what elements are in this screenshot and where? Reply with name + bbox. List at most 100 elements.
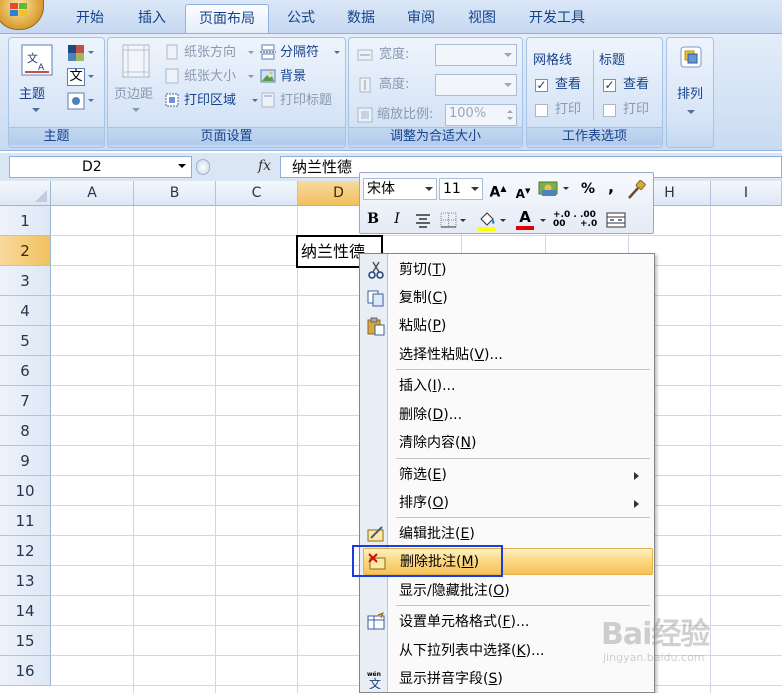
grow-font-button[interactable]: A▲: [488, 179, 508, 203]
group-page-setup-label: 页面设置: [108, 127, 345, 145]
column-gridline: [133, 206, 134, 693]
menu-item-1[interactable]: 复制(C): [363, 285, 653, 312]
fill-color-chevron-down-icon[interactable]: [500, 219, 506, 225]
comma-style-button[interactable]: ,: [604, 177, 618, 197]
menu-item-label: 筛选(E): [399, 467, 447, 483]
office-button[interactable]: [0, 0, 44, 30]
gridlines-view-checkbox[interactable]: ✓: [535, 79, 548, 92]
theme-colors-button[interactable]: [67, 44, 97, 64]
tab-insert[interactable]: 插入: [124, 4, 180, 34]
row-header-16[interactable]: 16: [0, 656, 51, 686]
row-header-9[interactable]: 9: [0, 446, 51, 476]
column-header-i[interactable]: I: [711, 181, 782, 206]
tab-page-layout[interactable]: 页面布局: [185, 4, 269, 34]
menu-item-5[interactable]: 删除(D)...: [363, 402, 653, 429]
select-all-button[interactable]: [0, 181, 51, 206]
tab-home[interactable]: 开始: [62, 4, 118, 34]
insert-function-button[interactable]: fx: [258, 158, 271, 174]
menu-item-4[interactable]: 插入(I)...: [363, 373, 653, 400]
increase-decimal-button[interactable]: +.0 .00: [553, 211, 577, 231]
menu-item-8[interactable]: 排序(O): [363, 490, 653, 517]
menu-item-0[interactable]: 剪切(T): [363, 257, 653, 284]
column-header-b[interactable]: B: [134, 181, 216, 206]
accounting-format-icon[interactable]: [538, 180, 560, 198]
row-header-15[interactable]: 15: [0, 626, 51, 656]
width-dropdown[interactable]: [435, 44, 517, 66]
orientation-button[interactable]: 纸张方向: [164, 44, 260, 64]
group-arrange[interactable]: 排列: [666, 37, 714, 148]
height-dropdown[interactable]: [435, 74, 517, 96]
borders-icon[interactable]: [440, 212, 458, 228]
center-align-icon[interactable]: [414, 212, 432, 228]
column-header-c[interactable]: C: [216, 181, 298, 206]
row-header-4[interactable]: 4: [0, 296, 51, 326]
submenu-arrow-icon: [634, 472, 643, 480]
headings-print-label: 打印: [623, 102, 650, 117]
font-size-dropdown[interactable]: 11: [439, 178, 483, 200]
name-box[interactable]: D2: [9, 156, 192, 178]
row-header-12[interactable]: 12: [0, 536, 51, 566]
menu-item-label: 从下拉列表中选择(K)...: [399, 643, 545, 659]
shrink-font-icon: A: [515, 187, 525, 201]
scale-spinner[interactable]: 100%: [445, 104, 517, 126]
row-header-7[interactable]: 7: [0, 386, 51, 416]
menu-item-7[interactable]: 筛选(E): [363, 462, 653, 489]
italic-button[interactable]: I: [388, 209, 406, 229]
print-area-icon: [165, 93, 179, 107]
name-box-chevron-down-icon: [178, 164, 186, 172]
row-header-11[interactable]: 11: [0, 506, 51, 536]
size-button[interactable]: 纸张大小: [164, 68, 260, 88]
row-header-3[interactable]: 3: [0, 266, 51, 296]
row-header-6[interactable]: 6: [0, 356, 51, 386]
tab-formulas[interactable]: 公式: [273, 4, 329, 34]
fill-color-icon[interactable]: [476, 209, 498, 231]
format-painter-icon[interactable]: [626, 180, 646, 200]
baidu-watermark: Bai经验 jingyan.baidu.com: [601, 603, 782, 693]
percent-style-button[interactable]: %: [578, 179, 598, 199]
menu-item-label: 显示拼音字段(S): [399, 671, 503, 687]
menu-item-2[interactable]: 粘贴(P): [363, 313, 653, 340]
print-titles-label: 打印标题: [280, 93, 333, 108]
row-header-2[interactable]: 2: [0, 236, 51, 266]
background-button[interactable]: 背景: [260, 68, 342, 88]
accounting-chevron-down-icon[interactable]: [563, 187, 569, 193]
bold-button[interactable]: B: [363, 209, 383, 229]
breaks-button[interactable]: 分隔符: [260, 44, 342, 64]
font-name-dropdown[interactable]: 宋体: [363, 178, 437, 200]
margins-button[interactable]: 页边距: [112, 42, 160, 118]
menu-item-3[interactable]: 选择性粘贴(V)...: [363, 342, 653, 369]
theme-effects-button[interactable]: [67, 92, 97, 112]
font-color-chevron-down-icon[interactable]: [540, 219, 546, 225]
menu-item-label: 剪切(T): [399, 262, 447, 278]
column-header-a[interactable]: A: [51, 181, 134, 206]
menu-item-9[interactable]: 编辑批注(E): [363, 521, 653, 548]
row-header-10[interactable]: 10: [0, 476, 51, 506]
print-titles-button[interactable]: 打印标题: [260, 92, 342, 112]
print-area-button[interactable]: 打印区域: [164, 92, 260, 112]
row-header-8[interactable]: 8: [0, 416, 51, 446]
row-header-1[interactable]: 1: [0, 206, 51, 236]
tab-view[interactable]: 视图: [454, 4, 510, 34]
font-color-button[interactable]: A: [514, 208, 536, 231]
menu-separator: [396, 458, 650, 459]
gridlines-print-checkbox[interactable]: [535, 104, 548, 117]
group-theme-label: 主题: [9, 127, 104, 145]
row-header-13[interactable]: 13: [0, 566, 51, 596]
shrink-font-button[interactable]: A▼: [514, 181, 532, 204]
theme-button[interactable]: 文 A 主题: [15, 42, 59, 118]
merge-center-icon[interactable]: [606, 212, 626, 228]
menu-item-label: 删除(D)...: [399, 407, 463, 423]
tab-data[interactable]: 数据: [333, 4, 389, 34]
row-header-14[interactable]: 14: [0, 596, 51, 626]
tab-review[interactable]: 审阅: [393, 4, 449, 34]
menu-item-6[interactable]: 清除内容(N): [363, 430, 653, 457]
row-header-5[interactable]: 5: [0, 326, 51, 356]
formula-bar-resize-handle[interactable]: [196, 159, 210, 175]
theme-fonts-button[interactable]: 文: [67, 68, 97, 88]
headings-print-checkbox[interactable]: [603, 104, 616, 117]
tab-developer[interactable]: 开发工具: [516, 4, 598, 34]
headings-view-checkbox[interactable]: ✓: [603, 79, 616, 92]
decrease-decimal-button[interactable]: .00 +.0: [580, 211, 604, 231]
menu-item-11[interactable]: 显示/隐藏批注(O): [363, 578, 653, 605]
borders-chevron-down-icon[interactable]: [460, 219, 466, 225]
